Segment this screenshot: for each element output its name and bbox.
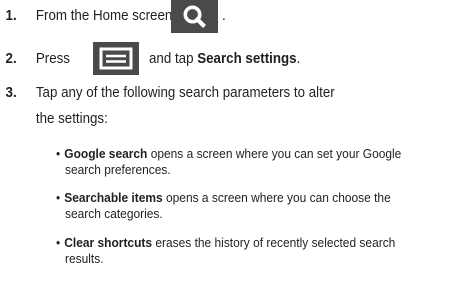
manual-page: 1. From the Home screen, tap . 2. Press … bbox=[0, 0, 456, 288]
search-settings-term: Search settings bbox=[197, 51, 297, 67]
bullet-glyph: • bbox=[56, 190, 61, 205]
bullet-term: Clear shortcuts bbox=[64, 235, 153, 250]
menu-key-image bbox=[93, 42, 139, 75]
bullet-glyph: • bbox=[56, 146, 61, 161]
step-number: 3. bbox=[5, 85, 17, 101]
bullet-glyph: • bbox=[56, 235, 61, 250]
search-icon bbox=[183, 5, 206, 28]
bullet-continuation: search preferences. bbox=[65, 162, 171, 177]
bullet-continuation: search categories. bbox=[65, 206, 163, 221]
step-2-rest: and tap Search settings. bbox=[149, 51, 301, 67]
step-number: 1. bbox=[5, 8, 17, 24]
bullet-term: Google search bbox=[64, 146, 148, 161]
menu-icon bbox=[99, 47, 133, 70]
step-text-start: Press bbox=[35, 51, 70, 67]
bullet-continuation: results. bbox=[65, 251, 104, 266]
bullet-term: Searchable items bbox=[64, 190, 163, 205]
step-text-line1: Tap any of the following search paramete… bbox=[35, 85, 335, 101]
step-number: 2. bbox=[5, 51, 17, 67]
step-1-end: . bbox=[222, 8, 226, 24]
search-key-image bbox=[171, 0, 218, 33]
